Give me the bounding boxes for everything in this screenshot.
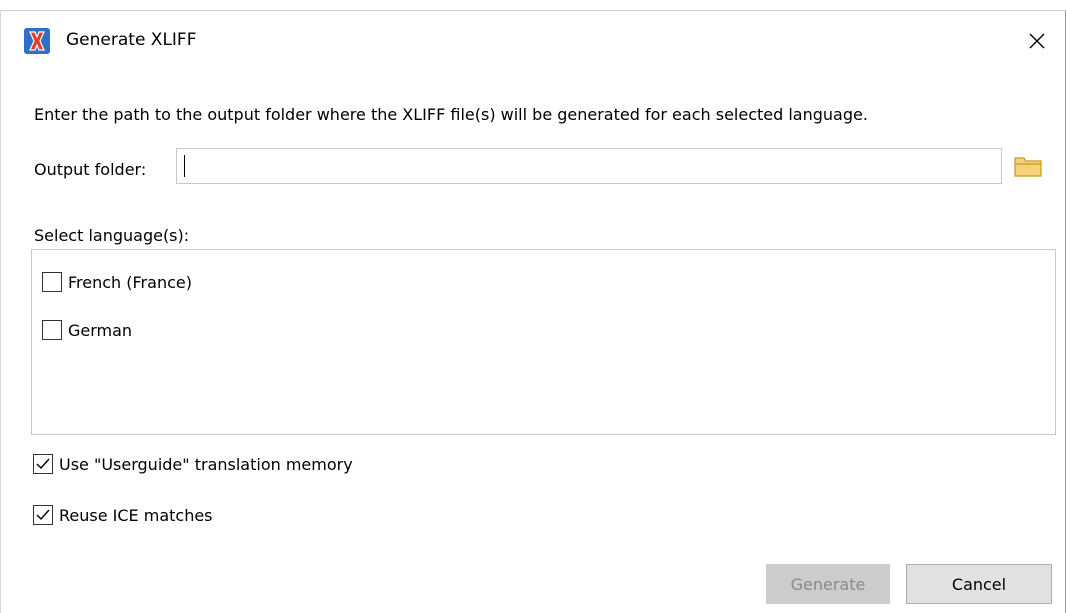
close-icon[interactable] [1019, 23, 1055, 59]
option-reuse-ice[interactable]: Reuse ICE matches [33, 505, 213, 525]
language-label-french: French (France) [68, 272, 192, 292]
select-languages-label: Select language(s): [34, 226, 190, 245]
language-item-german[interactable]: German [42, 320, 132, 340]
checkbox-french[interactable] [42, 272, 62, 292]
generate-button[interactable]: Generate [766, 564, 890, 604]
checkmark-icon [36, 509, 50, 521]
checkbox-reuse-ice[interactable] [33, 505, 53, 525]
reuse-ice-label: Reuse ICE matches [59, 505, 213, 525]
translation-memory-label: Use "Userguide" translation memory [59, 454, 353, 474]
checkmark-icon [36, 458, 50, 470]
output-folder-label: Output folder: [34, 160, 147, 179]
option-translation-memory[interactable]: Use "Userguide" translation memory [33, 454, 353, 474]
language-item-french[interactable]: French (France) [42, 272, 192, 292]
output-folder-input[interactable] [176, 148, 1002, 184]
browse-folder-button[interactable] [1013, 154, 1045, 180]
x-logo-icon [24, 28, 50, 54]
generate-xliff-dialog: Generate XLIFF Enter the path to the out… [0, 10, 1066, 613]
instruction-text: Enter the path to the output folder wher… [34, 105, 868, 124]
language-label-german: German [68, 320, 133, 340]
cancel-button[interactable]: Cancel [906, 564, 1052, 604]
language-list: French (France) German [31, 249, 1056, 435]
text-caret [184, 155, 185, 177]
dialog-title: Generate XLIFF [66, 30, 197, 50]
checkbox-german[interactable] [42, 320, 62, 340]
folder-icon[interactable] [1013, 154, 1045, 180]
checkbox-translation-memory[interactable] [33, 454, 53, 474]
background-window-fragment [0, 0, 1067, 10]
title-bar: Generate XLIFF [1, 11, 1065, 67]
close-button[interactable] [1019, 23, 1055, 59]
